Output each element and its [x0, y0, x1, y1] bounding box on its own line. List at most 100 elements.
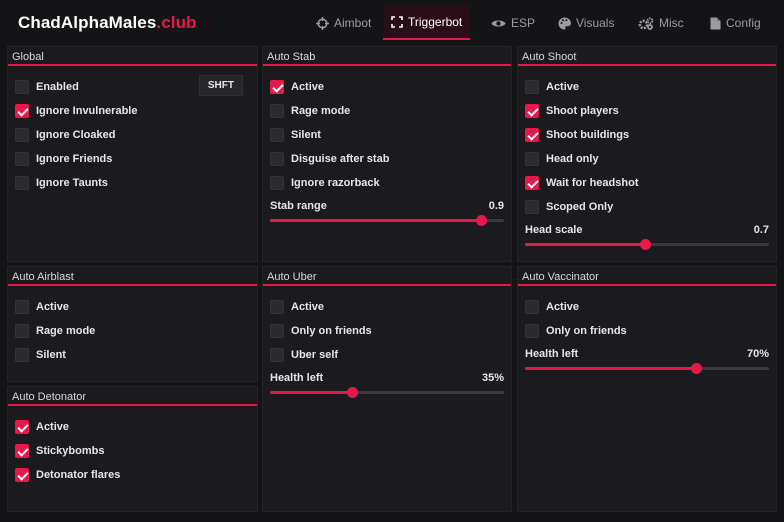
checkbox-active[interactable]: Active [270, 299, 504, 315]
tab-label: Triggerbot [408, 15, 463, 29]
checkbox-wait-for-headshot[interactable]: Wait for headshot [525, 175, 769, 191]
health-left-slider[interactable] [525, 363, 769, 374]
checkbox-rage-mode[interactable]: Rage mode [15, 323, 250, 339]
checkbox-box[interactable] [525, 128, 539, 142]
checkbox-shoot-players[interactable]: Shoot players [525, 103, 769, 119]
checkbox-enabled[interactable]: Enabled SHFT [15, 75, 250, 96]
checkbox-active[interactable]: Active [15, 419, 250, 435]
palette-icon [558, 17, 571, 30]
checkbox-ignore-taunts[interactable]: Ignore Taunts [15, 175, 250, 191]
checkbox-box[interactable] [270, 128, 284, 142]
checkbox-active[interactable]: Active [15, 299, 250, 315]
slider-handle[interactable] [346, 387, 358, 398]
checkbox-disguise-after-stab[interactable]: Disguise after stab [270, 151, 504, 167]
brand-name: ChadAlphaMales [18, 13, 157, 32]
checkbox-label: Rage mode [291, 105, 351, 117]
checkbox-scoped-only[interactable]: Scoped Only [525, 199, 769, 215]
checkbox-label: Ignore razorback [291, 177, 380, 189]
keybind-button[interactable]: SHFT [198, 75, 243, 96]
tab-config[interactable]: Config [702, 6, 769, 40]
checkbox-ignore-friends[interactable]: Ignore Friends [15, 151, 250, 167]
checkbox-stickybombs[interactable]: Stickybombs [15, 443, 250, 459]
file-icon [710, 17, 721, 30]
tab-label: Aimbot [334, 16, 372, 30]
checkbox-box[interactable] [270, 324, 284, 338]
checkbox-box[interactable] [15, 152, 29, 166]
slider-fill [270, 391, 352, 394]
checkbox-label: Active [291, 81, 325, 93]
checkbox-label: Ignore Cloaked [36, 129, 116, 141]
slider-handle[interactable] [639, 239, 651, 250]
panel-global: Global Enabled SHFT Ignore Invulnerable I… [7, 46, 258, 262]
tab-misc[interactable]: Misc [630, 6, 692, 40]
checkbox-label: Silent [36, 349, 66, 361]
panel-title: Auto Uber [263, 267, 511, 286]
checkbox-rage-mode[interactable]: Rage mode [270, 103, 504, 119]
slider-header: Stab range 0.9 [270, 200, 504, 214]
checkbox-uber-self[interactable]: Uber self [270, 347, 504, 363]
tab-aimbot[interactable]: Aimbot [308, 6, 379, 40]
checkbox-box[interactable] [15, 468, 29, 482]
panel-title: Auto Airblast [8, 267, 257, 286]
tab-triggerbot[interactable]: Triggerbot [383, 6, 471, 40]
checkbox-head-only[interactable]: Head only [525, 151, 769, 167]
checkbox-silent[interactable]: Silent [270, 127, 504, 143]
checkbox-only-on-friends[interactable]: Only on friends [270, 323, 504, 339]
slider-handle[interactable] [690, 363, 702, 374]
checkbox-box[interactable] [525, 324, 539, 338]
checkbox-box[interactable] [15, 80, 29, 94]
checkbox-box[interactable] [15, 420, 29, 434]
checkbox-label: Active [36, 301, 70, 313]
checkbox-box[interactable] [15, 444, 29, 458]
checkbox-box[interactable] [525, 80, 539, 94]
head-scale-slider[interactable] [525, 239, 769, 250]
checkbox-active[interactable]: Active [525, 299, 769, 315]
panel-auto-vaccinator: Auto Vaccinator Active Only on friends H… [517, 266, 777, 512]
checkbox-box[interactable] [15, 300, 29, 314]
checkbox-label: Active [291, 301, 325, 313]
checkbox-ignore-cloaked[interactable]: Ignore Cloaked [15, 127, 250, 143]
panel-auto-uber: Auto Uber Active Only on friends Uber se… [262, 266, 512, 512]
checkbox-silent[interactable]: Silent [15, 347, 250, 363]
checkbox-ignore-invulnerable[interactable]: Ignore Invulnerable [15, 103, 250, 119]
stab-range-slider[interactable] [270, 215, 504, 226]
checkbox-box[interactable] [270, 300, 284, 314]
checkbox-only-on-friends[interactable]: Only on friends [525, 323, 769, 339]
checkbox-box[interactable] [270, 176, 284, 190]
checkbox-box[interactable] [15, 176, 29, 190]
checkbox-detonator-flares[interactable]: Detonator flares [15, 467, 250, 483]
checkbox-label: Shoot buildings [546, 129, 630, 141]
checkbox-box[interactable] [525, 200, 539, 214]
checkbox-active[interactable]: Active [525, 79, 769, 95]
checkbox-box[interactable] [15, 324, 29, 338]
checkbox-box[interactable] [525, 152, 539, 166]
slider-handle[interactable] [475, 215, 487, 226]
checkbox-box[interactable] [270, 348, 284, 362]
checkbox-active[interactable]: Active [270, 79, 504, 95]
panel-title: Auto Shoot [518, 47, 776, 66]
checkbox-box[interactable] [15, 348, 29, 362]
slider-value: 70% [746, 348, 769, 360]
tab-label: Visuals [576, 16, 615, 30]
slider-fill [525, 367, 696, 370]
brand-suffix: .club [156, 13, 197, 32]
tab-esp[interactable]: ESP [483, 6, 543, 40]
tab-visuals[interactable]: Visuals [550, 6, 622, 40]
checkbox-box[interactable] [270, 152, 284, 166]
checkbox-shoot-buildings[interactable]: Shoot buildings [525, 127, 769, 143]
checkbox-box[interactable] [15, 104, 29, 118]
checkbox-label: Only on friends [291, 325, 372, 337]
checkbox-box[interactable] [270, 80, 284, 94]
checkbox-box[interactable] [15, 128, 29, 142]
panel-auto-shoot: Auto Shoot Active Shoot players Shoot bu… [517, 46, 777, 262]
checkbox-box[interactable] [525, 300, 539, 314]
checkbox-box[interactable] [270, 104, 284, 118]
checkbox-box[interactable] [525, 104, 539, 118]
slider-label: Stab range [270, 200, 327, 212]
slider-header: Head scale 0.7 [525, 224, 769, 238]
checkbox-ignore-razorback[interactable]: Ignore razorback [270, 175, 504, 191]
checkbox-box[interactable] [525, 176, 539, 190]
checkbox-label: Uber self [291, 349, 339, 361]
checkbox-label: Wait for headshot [546, 177, 639, 189]
health-left-slider[interactable] [270, 387, 504, 398]
